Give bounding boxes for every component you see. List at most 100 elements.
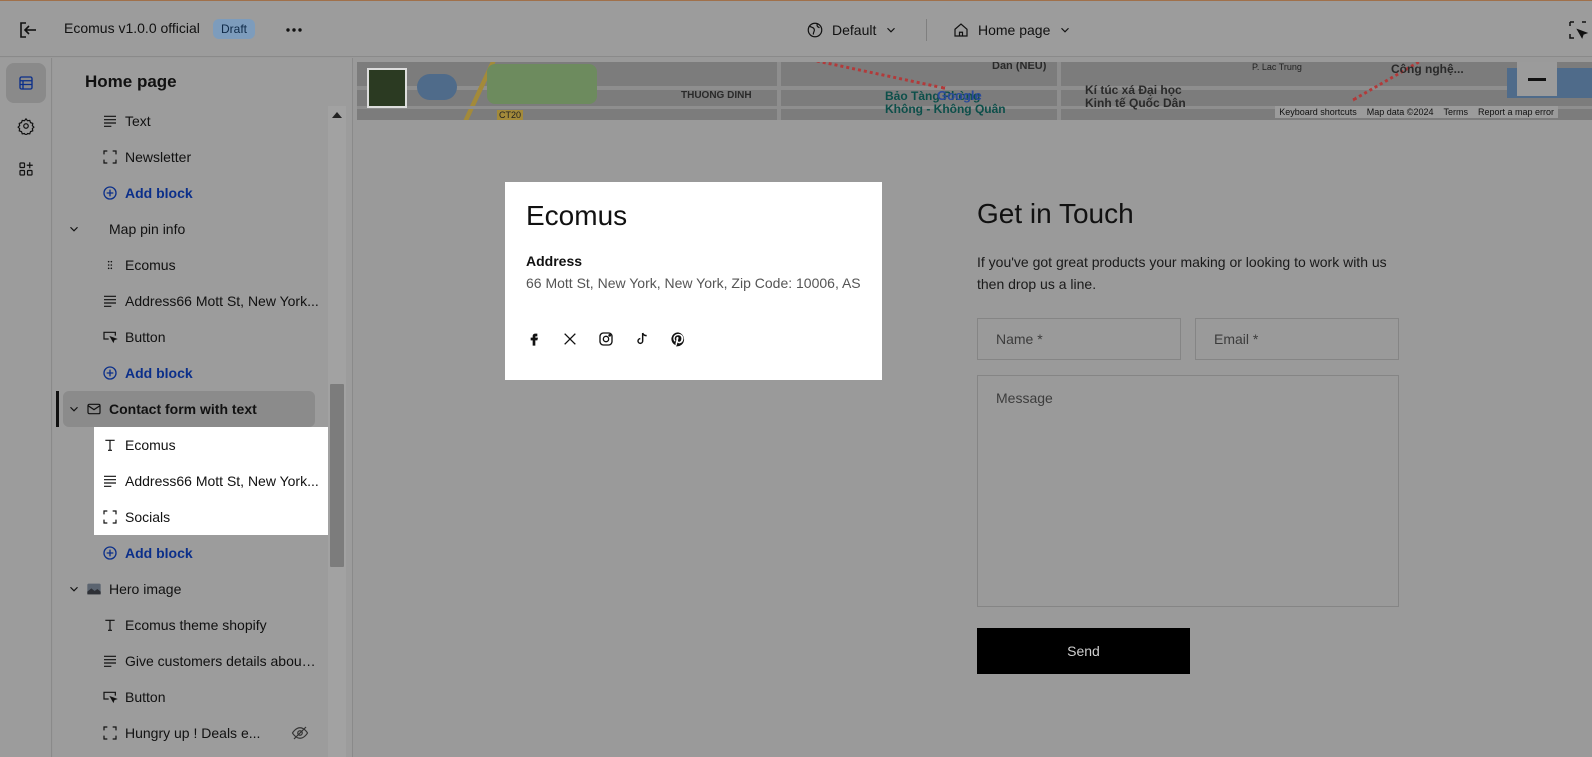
theme-select[interactable]: Default — [806, 18, 898, 42]
message-textarea[interactable]: Message — [977, 375, 1399, 607]
send-button[interactable]: Send — [977, 628, 1190, 674]
block-item[interactable]: Text — [53, 103, 328, 139]
more-icon[interactable] — [282, 18, 306, 42]
top-bar: Ecomus v1.0.0 official Draft Default Hom… — [0, 0, 1592, 57]
text-lines-icon — [101, 472, 119, 490]
drag-dots-icon — [101, 256, 119, 274]
section-item-map-pin-info[interactable]: Map pin info — [53, 211, 328, 247]
section-item-label: Hero image — [109, 581, 182, 597]
google-logo: Google — [937, 88, 982, 103]
plus-circle-icon — [101, 544, 119, 562]
block-item-label: Hungry up ! Deals e... — [125, 725, 261, 741]
chevron-down-icon[interactable] — [67, 402, 81, 416]
text-lines-icon — [101, 112, 119, 130]
block-item-label: Ecomus — [125, 257, 176, 273]
home-icon — [952, 21, 970, 39]
status-badge: Draft — [213, 19, 256, 39]
divider — [926, 19, 927, 41]
block-item-label: Button — [125, 689, 166, 705]
facebook-icon[interactable] — [525, 330, 543, 348]
map-label: Công nghệ... — [1391, 62, 1464, 76]
map-embed[interactable]: THUONG DINH Dan (NEU) P. Lac Trung Công … — [357, 62, 1592, 120]
page-select-label: Home page — [978, 22, 1051, 38]
add-block-button[interactable]: Add block — [53, 175, 328, 211]
block-item-label: Newsletter — [125, 149, 192, 165]
map-report-error-link[interactable]: Report a map error — [1478, 107, 1554, 117]
minus-icon — [1528, 77, 1546, 81]
map-zoom-out-button[interactable] — [1517, 62, 1557, 96]
chevron-down-icon[interactable] — [67, 222, 81, 236]
x-twitter-icon[interactable] — [561, 330, 579, 348]
chevron-down-icon[interactable] — [67, 582, 81, 596]
block-item-label: Ecomus — [125, 437, 176, 453]
email-input[interactable]: Email * — [1195, 318, 1399, 360]
tiktok-icon[interactable] — [633, 330, 651, 348]
sidebar: Home page Text Newsletter Add block Map … — [53, 58, 353, 757]
plus-circle-icon — [101, 184, 119, 202]
instagram-icon[interactable] — [597, 330, 615, 348]
block-item-label: Give customers details about ... — [125, 653, 319, 669]
map-info-card: Ecomus Address 66 Mott St, New York, New… — [505, 182, 882, 380]
apps-tab[interactable] — [6, 149, 46, 189]
map-road-label: CT20 — [497, 110, 524, 120]
add-block-button[interactable]: Add block — [53, 535, 328, 571]
text-lines-icon — [101, 652, 119, 670]
map-satellite-toggle[interactable] — [367, 68, 407, 108]
button-cursor-icon — [101, 688, 119, 706]
add-block-button[interactable]: Add block — [53, 355, 328, 391]
map-terms-link[interactable]: Terms — [1443, 107, 1468, 117]
globe-icon — [806, 21, 824, 39]
map-label: THUONG DINH — [681, 90, 752, 101]
page-select[interactable]: Home page — [952, 18, 1072, 42]
apps-icon — [17, 160, 35, 178]
pinterest-icon[interactable] — [669, 330, 687, 348]
block-item-label: Button — [125, 329, 166, 345]
block-item[interactable]: Hungry up ! Deals e... — [53, 715, 328, 751]
image-thumb-icon — [85, 580, 103, 598]
address-text: 66 Mott St, New York, New York, Zip Code… — [526, 275, 861, 291]
sections-tab[interactable] — [6, 63, 46, 103]
map-data-label: Map data ©2024 — [1366, 107, 1434, 117]
envelope-icon — [85, 400, 103, 418]
block-item[interactable]: Ecomus theme shopify — [53, 607, 328, 643]
map-attribution: Keyboard shortcuts Map data ©2024 Terms … — [1275, 106, 1558, 118]
section-item-label: Map pin info — [109, 221, 186, 237]
contact-description: If you've got great products your making… — [977, 254, 1387, 292]
text-lines-icon — [101, 292, 119, 310]
section-item-hero-image[interactable]: Hero image — [53, 571, 328, 607]
block-item[interactable]: Address66 Mott St, New York... — [53, 283, 328, 319]
exit-icon[interactable] — [16, 18, 40, 42]
block-item-label: Address66 Mott St, New York... — [125, 293, 319, 309]
scroll-up-arrow-icon[interactable] — [332, 112, 342, 118]
block-item[interactable]: Socials — [53, 499, 328, 535]
chevron-down-icon — [884, 23, 898, 37]
block-frame-icon — [101, 724, 119, 742]
block-item[interactable]: Newsletter — [53, 139, 328, 175]
block-item[interactable]: Ecomus — [53, 247, 328, 283]
block-item-label: Address66 Mott St, New York... — [125, 473, 319, 489]
map-label: P. Lac Trung — [1252, 62, 1302, 72]
block-item[interactable]: Ecomus — [53, 427, 328, 463]
block-item-label: Ecomus theme shopify — [125, 617, 267, 633]
map-keyboard-shortcuts-link[interactable]: Keyboard shortcuts — [1279, 107, 1357, 117]
contact-title: Get in Touch — [977, 198, 1134, 229]
block-item[interactable]: Address66 Mott St, New York... — [53, 463, 328, 499]
block-item[interactable]: Give customers details about ... — [53, 643, 328, 679]
settings-tab[interactable] — [6, 106, 46, 146]
add-block-label: Add block — [125, 365, 193, 381]
block-item[interactable]: Button — [53, 679, 328, 715]
card-title: Ecomus — [526, 200, 628, 231]
sections-icon — [17, 74, 35, 92]
plus-circle-icon — [101, 364, 119, 382]
block-item[interactable]: Button — [53, 319, 328, 355]
chevron-down-icon — [1058, 23, 1072, 37]
name-input[interactable]: Name * — [977, 318, 1181, 360]
map-poi[interactable]: Kí túc xá Đại học Kinh tế Quốc Dân — [1085, 84, 1205, 110]
select-element-icon[interactable] — [1566, 18, 1590, 42]
sidebar-scrollbar-thumb[interactable] — [330, 384, 344, 567]
theme-select-label: Default — [832, 22, 877, 38]
heading-t-icon — [101, 436, 119, 454]
add-block-label: Add block — [125, 545, 193, 561]
eye-off-icon[interactable] — [291, 724, 309, 742]
section-item-contact-form[interactable]: Contact form with text — [63, 391, 315, 427]
